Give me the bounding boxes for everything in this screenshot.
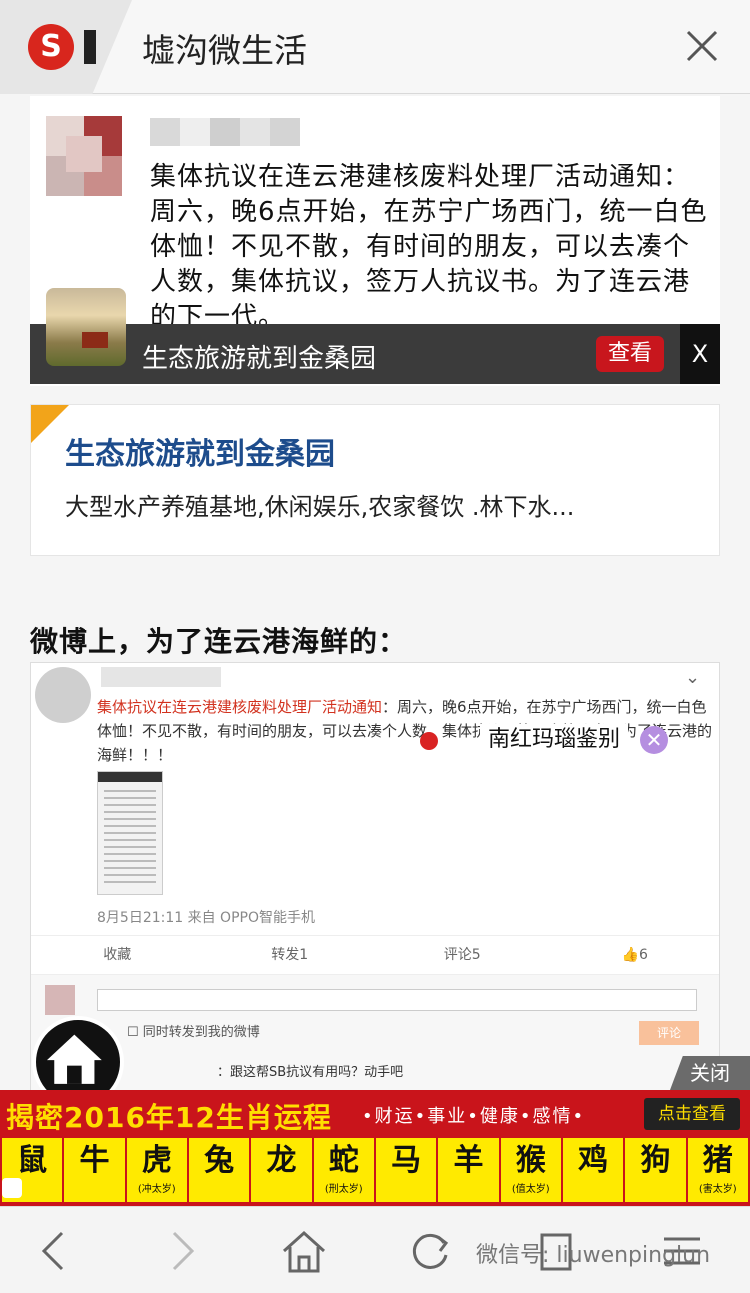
zodiac-cell[interactable]: 羊 [438,1138,499,1202]
ad-badge-icon [31,405,69,443]
ad-close-button[interactable]: X [680,324,720,384]
section-heading: 微博上，为了连云港海鲜的： [30,625,408,658]
zodiac-char: 鸡 [578,1143,609,1178]
zodiac-char: 羊 [453,1143,484,1178]
paw-icon [2,1178,22,1198]
close-icon[interactable] [684,28,720,64]
zodiac-note: (冲太岁) [137,1184,176,1195]
bottom-nav: 微信号: liuwenpinglun [0,1206,750,1293]
blurred-username [150,118,300,146]
zodiac-char: 龙 [266,1143,297,1178]
weibo-action-repost: 转发1 [271,947,309,963]
ad-bar[interactable]: 生态旅游就到金桑园 查看 X [30,288,720,384]
zodiac-char: 猪 [702,1143,733,1178]
zodiac-cell[interactable]: 狗 [625,1138,686,1202]
weibo-meta: 8月5日21:11 来自 OPPO智能手机 [97,910,315,926]
zodiac-char: 狗 [640,1143,671,1178]
quoted-post-text: 集体抗议在连云港建核废料处理厂活动通知：周六，晚6点开始，在苏宁广场西门，统一白… [150,162,708,332]
ad-bar-text: 生态旅游就到金桑园 [142,344,377,374]
zodiac-cell[interactable]: 马 [375,1138,437,1202]
zodiac-char: 牛 [79,1143,110,1178]
zodiac-row: 鼠 牛 虎 (冲太岁) 兔 龙 蛇 (刑太岁) 马 羊 猴 (值太岁) 鸡 狗 猪 (害… [0,1138,750,1202]
zodiac-char: 虎 [141,1143,172,1178]
zodiac-banner-ad[interactable]: 关闭 揭密2016年12生肖运程 •财运•事业•健康•感情• 点击查看 鼠 牛 … [0,1056,750,1206]
forward-icon[interactable] [154,1225,206,1277]
weibo-action-favorite: 收藏 [103,947,132,963]
weibo-post-headline: 集体抗议在连云港建核废料处理厂活动通知 [97,698,383,716]
home-icon[interactable] [278,1225,330,1277]
banner-title: 揭密2016年12生肖运程 [6,1101,332,1134]
weibo-reply-text: ：跟这帮SB抗议有用吗？动手吧 [217,1065,404,1080]
ad-card[interactable]: 生态旅游就到金桑园 大型水产养殖基地,休闲娱乐,农家餐饮 .林下水... [30,404,720,556]
ad-card-title[interactable]: 生态旅游就到金桑园 [65,429,335,473]
zodiac-char: 兔 [204,1143,235,1178]
tab-edge [84,30,96,64]
weibo-repost-checkbox: ☐ 同时转发到我的微博 [127,1025,260,1040]
weibo-avatar [35,667,91,723]
weibo-comment-submit: 评论 [639,1021,699,1045]
banner-close-button[interactable]: 关闭 [670,1056,750,1090]
weibo-comment-input [97,989,697,1011]
zodiac-note: (刑太岁) [324,1184,363,1195]
red-dot-icon [420,732,438,750]
refresh-icon[interactable] [404,1225,456,1277]
zodiac-note: (值太岁) [511,1184,550,1195]
zodiac-cell[interactable]: 鸡 [562,1138,624,1202]
zodiac-note: (害太岁) [698,1184,737,1195]
top-bar: S 墟沟微生活 [0,0,750,94]
ad-card-description: 大型水产养殖基地,休闲娱乐,农家餐饮 .林下水... [65,493,575,521]
ad-thumbnail [46,288,126,366]
weibo-comment-area: ☐ 同时转发到我的微博 评论 ：跟这帮SB抗议有用吗？动手吧 [31,975,719,1091]
zodiac-cell[interactable]: 虎 (冲太岁) [126,1138,187,1202]
zodiac-cell[interactable]: 龙 [251,1138,312,1202]
chevron-down-icon: ⌄ [685,667,701,688]
weibo-action-comment: 评论5 [443,947,481,963]
back-icon[interactable] [30,1225,82,1277]
floating-ad-close-icon[interactable]: ✕ [640,726,668,754]
banner-cta-button[interactable]: 点击查看 [644,1098,740,1130]
weibo-action-bar: 收藏 转发1 评论5 👍6 [31,935,719,975]
weibo-username-blur [101,667,221,687]
banner-tags: •财运•事业•健康•感情• [362,1106,586,1127]
weibo-repost-checkbox-label: 同时转发到我的微博 [142,1025,260,1040]
zodiac-char: 马 [391,1143,422,1178]
screen: S 墟沟微生活 集体抗议在连云港建核废料处理厂活动通知：周六，晚6点开始，在苏宁… [0,0,750,1293]
commenter-avatar [45,985,75,1015]
zodiac-cell[interactable]: 兔 [188,1138,250,1202]
ad-view-button[interactable]: 查看 [596,336,664,372]
zodiac-cell[interactable]: 猴 (值太岁) [500,1138,561,1202]
page-title: 墟沟微生活 [142,31,307,70]
zodiac-cell[interactable]: 蛇 (刑太岁) [313,1138,374,1202]
blurred-avatar [46,116,122,196]
wechat-watermark: 微信号: liuwenpinglun [476,1243,711,1268]
zodiac-char: 猴 [515,1143,546,1178]
weibo-action-like: 👍6 [621,947,648,963]
weibo-image-thumbnail [97,771,163,895]
zodiac-char: 蛇 [328,1143,359,1178]
suning-logo: S [28,24,74,70]
zodiac-cell[interactable]: 牛 [64,1138,125,1202]
floating-ad-label[interactable]: 南红玛瑙鉴别 [480,724,629,756]
zodiac-cell[interactable]: 猪 (害太岁) [687,1138,748,1202]
